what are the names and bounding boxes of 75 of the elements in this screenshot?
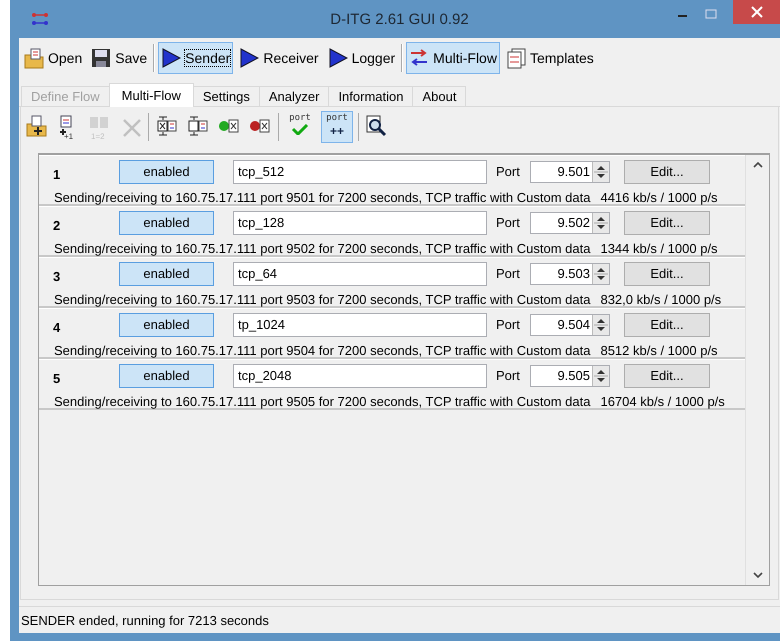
templates-button[interactable]: Templates (502, 42, 597, 74)
flow-rate: 4416 kb/s / 1000 p/s (600, 190, 718, 205)
port-label: Port (496, 266, 521, 281)
toolbar-button[interactable]: Receiver (236, 42, 322, 74)
delete-icon (121, 117, 143, 139)
flow-name-field[interactable]: tcp_512 (233, 160, 487, 184)
enabled-toggle[interactable]: enabled (119, 160, 214, 184)
port-spinner[interactable]: 9.501 (530, 160, 610, 182)
edit-button[interactable]: Edit... (624, 312, 710, 336)
port-spinner[interactable]: 9.503 (530, 262, 610, 284)
magnifier-icon (366, 115, 388, 137)
check-icon (291, 124, 309, 135)
edit-button[interactable]: Edit... (624, 210, 710, 234)
flow-name-field[interactable]: tcp_2048 (233, 364, 487, 388)
play-icon (328, 48, 348, 68)
duplicate-icon (90, 117, 108, 128)
flow-name-field[interactable]: tp_1024 (233, 312, 487, 336)
port-label: Port (496, 317, 521, 332)
scroll-up-icon[interactable] (752, 161, 762, 169)
flow-rate: 16704 kb/s / 1000 p/s (600, 394, 725, 409)
flow-description: Sending/receiving to 160.75.17.111 port 9501 for 7200 seconds, TCP traffic with Custom data (54, 190, 590, 205)
flow-rate: 8512 kb/s / 1000 p/s (600, 343, 718, 358)
flow-name-field[interactable]: tcp_64 (233, 262, 487, 286)
edit-button[interactable]: Edit... (624, 262, 710, 286)
flow-number: 5 (53, 370, 62, 386)
enabled-toggle[interactable]: enabled (119, 312, 214, 336)
flow-description: Sending/receiving to 160.75.17.111 port 9504 for 7200 seconds, TCP traffic with Custom data (54, 343, 590, 358)
move-down-icon (187, 115, 209, 137)
close-button[interactable] (733, 0, 780, 24)
flow-number: 1 (53, 166, 62, 182)
toolbar-button[interactable]: Logger (324, 42, 398, 74)
edit-button[interactable]: Edit... (624, 364, 710, 388)
play-icon (239, 48, 260, 68)
tab[interactable]: Multi-Flow (108, 83, 194, 107)
flow-number: 2 (53, 216, 62, 232)
edit-button[interactable]: Edit... (624, 160, 710, 184)
port-check-button[interactable]: port (284, 111, 316, 143)
flow-rate: 832,0 kb/s / 1000 p/s (600, 292, 722, 307)
tab[interactable]: Analyzer (258, 86, 330, 106)
enabled-toggle[interactable]: enabled (119, 210, 214, 234)
port-label: Port (496, 368, 521, 383)
port-label: Port (496, 164, 521, 179)
flow-description: Sending/receiving to 160.75.17.111 port 9505 for 7200 seconds, TCP traffic with Custom data (54, 394, 590, 409)
enabled-toggle[interactable]: enabled (119, 262, 214, 286)
floppy-icon (91, 48, 112, 68)
tab[interactable]: About (412, 86, 466, 106)
tab[interactable]: Settings (192, 86, 260, 106)
app-icon (31, 11, 49, 27)
close-icon (750, 6, 762, 18)
move-up-icon (156, 115, 178, 137)
status-bar: SENDER ended, running for 7213 seconds (19, 606, 780, 633)
flow-description: Sending/receiving to 160.75.17.111 port 9502 for 7200 seconds, TCP traffic with Custom data (54, 241, 590, 256)
folder-icon (24, 48, 44, 68)
port-spinner[interactable]: 9.502 (530, 212, 610, 234)
enabled-toggle[interactable]: enabled (119, 364, 214, 388)
port-add-button[interactable]: port ++ (321, 111, 353, 143)
documents-icon (506, 48, 526, 68)
flow-rate: 1344 kb/s / 1000 p/s (600, 241, 718, 256)
scroll-down-icon[interactable] (752, 571, 762, 579)
add-folder-icon (26, 115, 48, 137)
port-spinner[interactable]: 9.505 (530, 364, 610, 386)
flow-number: 3 (53, 268, 62, 284)
play-icon (161, 48, 182, 68)
port-spinner[interactable]: 9.504 (530, 314, 610, 336)
flow-name-field[interactable]: tcp_128 (233, 210, 487, 234)
port-label: Port (496, 215, 521, 230)
window-title: D-ITG 2.61 GUI 0.92 (329, 10, 470, 28)
save-button[interactable]: Save (88, 42, 150, 74)
toolbar-button[interactable]: Sender (158, 42, 234, 74)
tool-button[interactable]: +1 (55, 113, 81, 141)
toolbar-button[interactable]: Multi-Flow (406, 42, 500, 74)
arrows-icon (409, 48, 430, 68)
open-button[interactable]: Open (21, 42, 86, 74)
flow-number: 4 (53, 318, 62, 334)
flow-description: Sending/receiving to 160.75.17.111 port 9503 for 7200 seconds, TCP traffic with Custom data (54, 292, 590, 307)
